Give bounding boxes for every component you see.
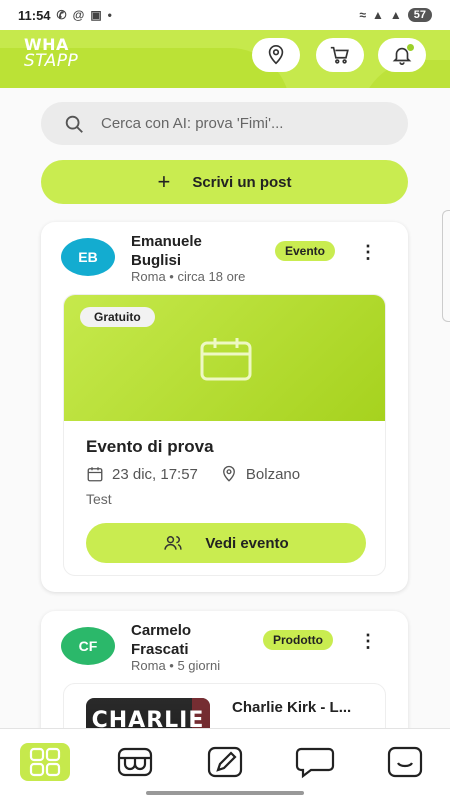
post-type-badge: Evento <box>275 241 336 261</box>
product-preview[interactable]: CHARLIE Charlie Kirk - L... <box>63 683 386 728</box>
post-meta: Roma • 5 giorni <box>131 658 221 673</box>
search-bar[interactable]: Cerca con AI: prova 'Fimi'... <box>41 102 408 145</box>
avatar[interactable]: CF <box>61 627 115 665</box>
notification-dot <box>407 44 414 51</box>
status-bar: 11:54 ✆ @ ▣ • ≈ ▲ ▲ 57 <box>0 0 450 30</box>
post-author[interactable]: Emanuele Buglisi <box>131 232 251 270</box>
dot-icon: • <box>107 8 112 22</box>
status-time: 11:54 <box>18 7 51 23</box>
more-options-icon[interactable]: ⋮ <box>359 631 377 651</box>
notifications-button[interactable] <box>378 38 426 72</box>
nav-chat[interactable] <box>290 743 340 781</box>
avatar[interactable]: EB <box>61 238 115 276</box>
nav-create[interactable] <box>200 743 250 781</box>
location-button[interactable] <box>252 38 300 72</box>
event-description: Test <box>86 491 112 507</box>
signal-icon-2: ▲ <box>389 8 402 22</box>
free-tag: Gratuito <box>80 307 155 327</box>
view-event-button[interactable]: Vedi evento <box>86 523 366 563</box>
event-preview[interactable]: Gratuito Evento di prova 23 dic, 17:57 B… <box>63 294 386 576</box>
calendar-small-icon <box>87 467 103 482</box>
more-options-icon[interactable]: ⋮ <box>359 242 377 262</box>
at-icon: @ <box>72 8 85 22</box>
wifi-icon: ≈ <box>359 8 366 22</box>
bottom-navigation <box>0 728 450 800</box>
shop-icon <box>117 747 153 777</box>
write-post-button[interactable]: + Scrivi un post <box>41 160 408 204</box>
event-title: Evento di prova <box>86 437 214 456</box>
plus-icon: + <box>157 169 171 194</box>
app-screen: 11:54 ✆ @ ▣ • ≈ ▲ ▲ 57 WHA STAPP Cerca c… <box>0 0 450 800</box>
app-logo[interactable]: WHA STAPP <box>24 36 78 70</box>
post-meta: Roma • circa 18 ore <box>131 269 246 284</box>
cart-icon <box>330 46 349 64</box>
cart-button[interactable] <box>316 38 364 72</box>
app-notification-icon: ▣ <box>90 8 102 22</box>
people-icon <box>164 536 182 550</box>
post-card: CF Carmelo Frascati Roma • 5 giorni Prod… <box>41 611 408 728</box>
app-header: WHA STAPP <box>0 30 450 88</box>
view-event-label: Vedi evento <box>205 534 289 552</box>
product-title: Charlie Kirk - L... <box>232 699 352 716</box>
pencil-icon <box>207 746 243 778</box>
post-author[interactable]: Carmelo Frascati <box>131 621 251 659</box>
event-date: 23 dic, 17:57 <box>112 465 198 483</box>
whatsapp-icon: ✆ <box>56 8 67 22</box>
nav-home[interactable] <box>20 743 70 781</box>
event-info: 23 dic, 17:57 Bolzano <box>86 465 300 483</box>
product-image: CHARLIE <box>86 698 210 728</box>
search-icon <box>65 115 83 133</box>
smiley-icon <box>387 746 423 778</box>
post-type-badge: Prodotto <box>263 630 333 650</box>
signal-icon: ▲ <box>371 8 384 22</box>
search-input[interactable]: Cerca con AI: prova 'Fimi'... <box>101 115 283 132</box>
event-location: Bolzano <box>245 465 301 483</box>
nav-shop[interactable] <box>110 743 160 781</box>
event-banner: Gratuito <box>64 295 385 421</box>
product-image-text: CHARLIE <box>91 708 205 728</box>
battery-indicator: 57 <box>407 8 432 22</box>
feed: Cerca con AI: prova 'Fimi'... + Scrivi u… <box>0 88 450 728</box>
location-small-icon <box>222 465 235 482</box>
nav-profile[interactable] <box>380 743 430 781</box>
location-pin-icon <box>268 45 284 65</box>
grid-icon <box>29 747 61 777</box>
write-post-label: Scrivi un post <box>192 173 292 191</box>
edge-panel-handle[interactable] <box>442 210 450 322</box>
post-card: EB Emanuele Buglisi Roma • circa 18 ore … <box>41 222 408 592</box>
calendar-icon <box>200 338 252 381</box>
chat-icon <box>295 747 335 779</box>
home-indicator[interactable] <box>146 791 304 795</box>
